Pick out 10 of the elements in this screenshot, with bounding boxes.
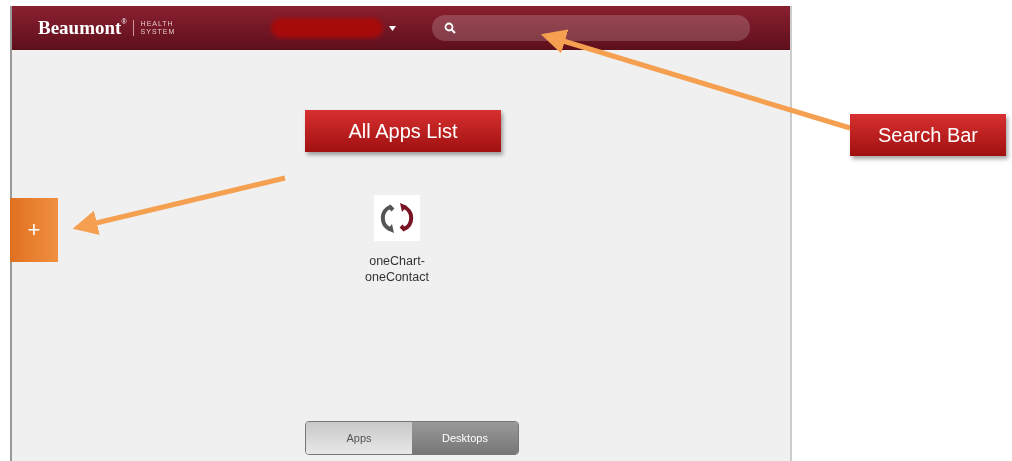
app-name[interactable]: oneChart- oneContact xyxy=(365,253,429,285)
search-field[interactable] xyxy=(431,15,750,41)
sync-arrows-icon[interactable] xyxy=(374,195,420,241)
view-toggle-tab[interactable]: Apps xyxy=(306,422,412,454)
annotation-callout: All Apps List xyxy=(305,110,501,152)
logo-text: Beaumont xyxy=(38,17,122,39)
search-icon xyxy=(443,22,456,34)
caret-icon[interactable] xyxy=(388,25,396,31)
view-toggle-tab[interactable]: Desktops xyxy=(412,422,518,454)
annotation-callout: Search Bar xyxy=(850,114,1006,156)
